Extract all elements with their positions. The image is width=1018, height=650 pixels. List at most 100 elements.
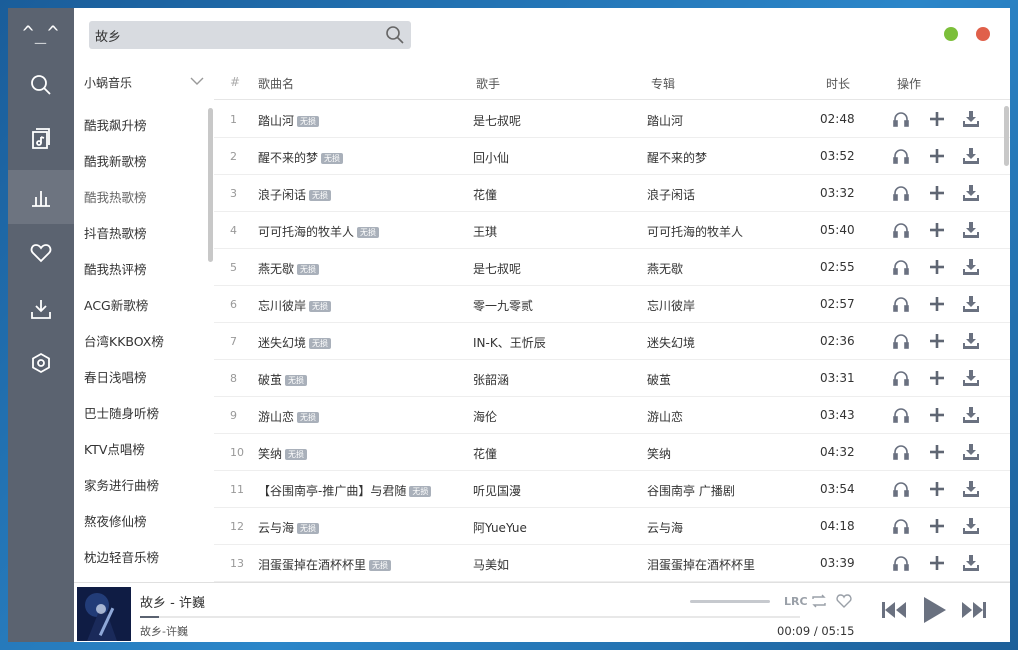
song-name-cell[interactable]: 踏山河 无损 — [258, 112, 320, 129]
repeat-icon[interactable] — [811, 593, 827, 609]
song-name-cell[interactable]: 醒不来的梦 无损 — [258, 149, 344, 166]
headphones-icon[interactable] — [892, 258, 910, 276]
sidebar-item[interactable]: ACG新歌榜 — [74, 288, 214, 324]
headphones-icon[interactable] — [892, 554, 910, 572]
add-icon[interactable] — [928, 332, 946, 350]
song-name-cell[interactable]: 迷失幻境 无损 — [258, 334, 332, 351]
artist-cell[interactable]: 零一九零贰 — [473, 297, 533, 314]
add-icon[interactable] — [928, 554, 946, 572]
song-name-cell[interactable]: 可可托海的牧羊人 无损 — [258, 223, 380, 240]
headphones-icon[interactable] — [892, 110, 910, 128]
previous-track-icon[interactable] — [880, 599, 908, 621]
nav-favorites-button[interactable] — [8, 226, 74, 280]
download-icon[interactable] — [962, 184, 980, 202]
minimize-button[interactable] — [944, 27, 958, 41]
sidebar-item[interactable]: 春日浅唱榜 — [74, 360, 214, 396]
add-icon[interactable] — [928, 184, 946, 202]
sidebar-item[interactable]: 酷我热评榜 — [74, 252, 214, 288]
add-icon[interactable] — [928, 295, 946, 313]
sidebar-item[interactable]: 酷我热歌榜 — [74, 180, 214, 216]
song-name-cell[interactable]: 浪子闲话 无损 — [258, 186, 332, 203]
table-row[interactable]: 10 笑纳 无损 花僮 笑纳 04:32 — [214, 434, 1010, 471]
next-track-icon[interactable] — [960, 599, 988, 621]
headphones-icon[interactable] — [892, 295, 910, 313]
song-name-cell[interactable]: 燕无歇 无损 — [258, 260, 320, 277]
download-icon[interactable] — [962, 554, 980, 572]
album-cell[interactable]: 谷围南亭 广播剧 — [647, 482, 735, 499]
nav-download-button[interactable] — [8, 282, 74, 336]
nav-music-button[interactable] — [8, 112, 74, 166]
table-row[interactable]: 12 云与海 无损 阿YueYue 云与海 04:18 — [214, 508, 1010, 545]
album-cell[interactable]: 醒不来的梦 — [647, 149, 707, 166]
artist-cell[interactable]: 王琪 — [473, 223, 497, 240]
song-name-cell[interactable]: 游山恋 无损 — [258, 408, 320, 425]
search-icon[interactable] — [385, 25, 405, 45]
table-row[interactable]: 9 游山恋 无损 海伦 游山恋 03:43 — [214, 397, 1010, 434]
download-icon[interactable] — [962, 443, 980, 461]
add-icon[interactable] — [928, 258, 946, 276]
album-cell[interactable]: 游山恋 — [647, 408, 683, 425]
album-cell[interactable]: 燕无歇 — [647, 260, 683, 277]
song-name-cell[interactable]: 云与海 无损 — [258, 519, 320, 536]
album-cell[interactable]: 泪蛋蛋掉在酒杯杯里 — [647, 556, 755, 573]
table-row[interactable]: 7 迷失幻境 无损 IN-K、王忻辰 迷失幻境 02:36 — [214, 323, 1010, 360]
album-cell[interactable]: 迷失幻境 — [647, 334, 695, 351]
add-icon[interactable] — [928, 406, 946, 424]
nav-search-button[interactable] — [8, 58, 74, 112]
table-scrollbar[interactable] — [1004, 106, 1009, 166]
artist-cell[interactable]: 花僮 — [473, 186, 497, 203]
album-cell[interactable]: 云与海 — [647, 519, 683, 536]
table-row[interactable]: 1 踏山河 无损 是七叔呢 踏山河 02:48 — [214, 101, 1010, 138]
add-icon[interactable] — [928, 369, 946, 387]
sidebar-item[interactable]: 酷我新歌榜 — [74, 144, 214, 180]
add-icon[interactable] — [928, 147, 946, 165]
progress-bar[interactable] — [140, 616, 800, 618]
album-cover[interactable] — [77, 587, 131, 641]
headphones-icon[interactable] — [892, 517, 910, 535]
download-icon[interactable] — [962, 517, 980, 535]
artist-cell[interactable]: 海伦 — [473, 408, 497, 425]
sidebar-scrollbar[interactable] — [208, 108, 213, 262]
sidebar-item[interactable]: 熬夜修仙榜 — [74, 504, 214, 540]
artist-cell[interactable]: 阿YueYue — [473, 519, 527, 536]
table-row[interactable]: 8 破茧 无损 张韶涵 破茧 03:31 — [214, 360, 1010, 397]
headphones-icon[interactable] — [892, 369, 910, 387]
headphones-icon[interactable] — [892, 221, 910, 239]
headphones-icon[interactable] — [892, 332, 910, 350]
close-button[interactable] — [976, 27, 990, 41]
table-row[interactable]: 2 醒不来的梦 无损 回小仙 醒不来的梦 03:52 — [214, 138, 1010, 175]
source-select-label[interactable]: 小蜗音乐 — [84, 74, 132, 91]
add-icon[interactable] — [928, 480, 946, 498]
play-icon[interactable] — [920, 595, 948, 625]
headphones-icon[interactable] — [892, 443, 910, 461]
table-row[interactable]: 13 泪蛋蛋掉在酒杯杯里 无损 马美如 泪蛋蛋掉在酒杯杯里 03:39 — [214, 545, 1010, 582]
add-icon[interactable] — [928, 517, 946, 535]
table-row[interactable]: 11 【谷围南亭-推广曲】与君随 无损 听见国漫 谷围南亭 广播剧 03:54 — [214, 471, 1010, 508]
sidebar-item[interactable]: 家务进行曲榜 — [74, 468, 214, 504]
song-name-cell[interactable]: 泪蛋蛋掉在酒杯杯里 无损 — [258, 556, 392, 573]
download-icon[interactable] — [962, 147, 980, 165]
song-name-cell[interactable]: 破茧 无损 — [258, 371, 308, 388]
add-icon[interactable] — [928, 443, 946, 461]
table-row[interactable]: 4 可可托海的牧羊人 无损 王琪 可可托海的牧羊人 05:40 — [214, 212, 1010, 249]
table-row[interactable]: 6 忘川彼岸 无损 零一九零贰 忘川彼岸 02:57 — [214, 286, 1010, 323]
headphones-icon[interactable] — [892, 147, 910, 165]
download-icon[interactable] — [962, 480, 980, 498]
download-icon[interactable] — [962, 369, 980, 387]
sidebar-item[interactable]: 抖音热歌榜 — [74, 216, 214, 252]
artist-cell[interactable]: 花僮 — [473, 445, 497, 462]
download-icon[interactable] — [962, 258, 980, 276]
chevron-down-icon[interactable] — [190, 76, 204, 86]
headphones-icon[interactable] — [892, 406, 910, 424]
album-cell[interactable]: 可可托海的牧羊人 — [647, 223, 743, 240]
add-icon[interactable] — [928, 110, 946, 128]
table-row[interactable]: 3 浪子闲话 无损 花僮 浪子闲话 03:32 — [214, 175, 1010, 212]
album-cell[interactable]: 浪子闲话 — [647, 186, 695, 203]
download-icon[interactable] — [962, 332, 980, 350]
headphones-icon[interactable] — [892, 480, 910, 498]
sidebar-item[interactable]: 枕边轻音乐榜 — [74, 540, 214, 576]
artist-cell[interactable]: 是七叔呢 — [473, 112, 521, 129]
sidebar-item[interactable]: 巴士随身听榜 — [74, 396, 214, 432]
nav-settings-button[interactable] — [8, 336, 74, 390]
artist-cell[interactable]: 回小仙 — [473, 149, 509, 166]
